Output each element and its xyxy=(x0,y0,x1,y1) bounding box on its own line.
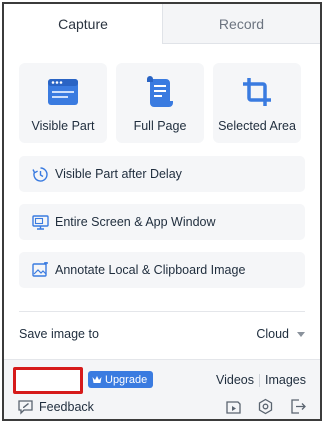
settings-icon[interactable] xyxy=(256,397,275,416)
videos-link[interactable]: Videos xyxy=(216,373,254,387)
tab-capture[interactable]: Capture xyxy=(4,4,162,44)
image-edit-icon xyxy=(31,261,49,279)
upgrade-button[interactable]: Upgrade xyxy=(88,371,154,388)
highlighted-account-area[interactable] xyxy=(13,367,83,394)
tab-record[interactable]: Record xyxy=(162,4,320,44)
capture-options: Visible Part Full Page Selected Area xyxy=(19,63,305,143)
chevron-down-icon xyxy=(297,331,305,337)
feedback-icon xyxy=(18,400,33,415)
save-destination-value: Cloud xyxy=(256,327,289,341)
annotate-image-button[interactable]: Annotate Local & Clipboard Image xyxy=(19,252,305,288)
divider xyxy=(19,311,305,312)
extension-popup: Capture Record Visible Part Full Page Se… xyxy=(2,2,322,421)
entire-screen-button[interactable]: Entire Screen & App Window xyxy=(19,204,305,240)
delay-capture-label: Visible Part after Delay xyxy=(55,167,182,181)
link-separator xyxy=(259,373,260,387)
monitor-icon xyxy=(31,213,49,231)
video-player-icon[interactable] xyxy=(224,397,243,416)
visible-part-button[interactable]: Visible Part xyxy=(19,63,107,143)
timer-icon xyxy=(31,165,49,183)
browser-window-icon xyxy=(46,75,80,109)
scroll-page-icon xyxy=(143,75,177,109)
visible-part-label: Visible Part xyxy=(31,119,95,133)
images-link[interactable]: Images xyxy=(265,373,306,387)
selected-area-label: Selected Area xyxy=(218,119,296,133)
delay-capture-button[interactable]: Visible Part after Delay xyxy=(19,156,305,192)
save-destination-row: Save image to Cloud xyxy=(19,324,305,344)
library-links: Videos Images xyxy=(216,371,306,389)
footer-actions xyxy=(224,397,307,416)
selected-area-button[interactable]: Selected Area xyxy=(213,63,301,143)
upgrade-label: Upgrade xyxy=(105,373,148,386)
sign-out-icon[interactable] xyxy=(288,397,307,416)
feedback-button[interactable]: Feedback xyxy=(17,398,94,416)
entire-screen-label: Entire Screen & App Window xyxy=(55,215,216,229)
save-image-to-label: Save image to xyxy=(19,327,99,341)
mode-tabs: Capture Record xyxy=(4,4,320,44)
feedback-label: Feedback xyxy=(39,400,94,414)
annotate-image-label: Annotate Local & Clipboard Image xyxy=(55,263,246,277)
crop-icon xyxy=(240,75,274,109)
save-destination-select[interactable]: Cloud xyxy=(256,327,305,341)
full-page-label: Full Page xyxy=(133,119,187,133)
full-page-button[interactable]: Full Page xyxy=(116,63,204,143)
crown-icon xyxy=(92,376,102,383)
